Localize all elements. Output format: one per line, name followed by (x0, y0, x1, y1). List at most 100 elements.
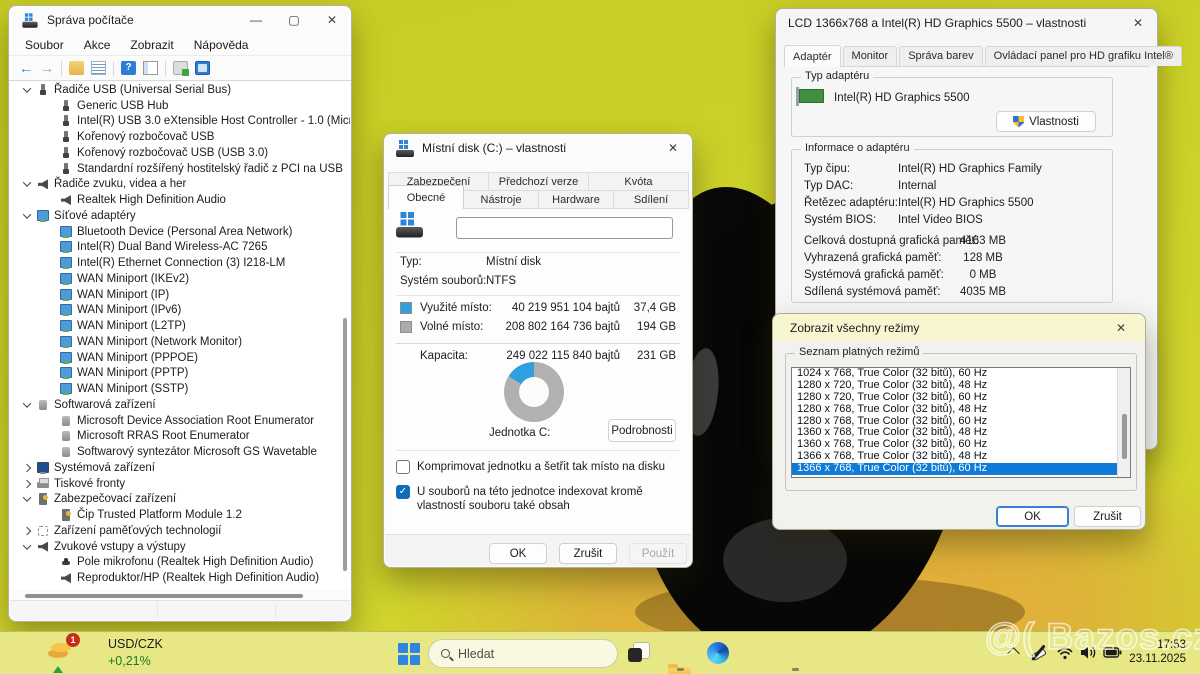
modes-ok-button[interactable]: OK (996, 506, 1069, 527)
ok-button[interactable]: OK (489, 543, 547, 564)
tree-item[interactable]: WAN Miniport (IP) (10, 287, 350, 303)
tree-item[interactable]: Zabezpečovací zařízení (10, 492, 350, 508)
close-icon[interactable]: ✕ (1114, 321, 1128, 335)
tree-item[interactable]: Microsoft RRAS Root Enumerator (10, 429, 350, 445)
menu-item-akce[interactable]: Akce (84, 38, 111, 52)
close-icon[interactable]: ✕ (1131, 16, 1145, 30)
tab-nástroje[interactable]: Nástroje (463, 190, 539, 209)
mode-list-item[interactable]: 1366 x 768, True Color (32 bitů), 60 Hz (792, 463, 1117, 475)
tab-ovl-dac-panel-pro-hd-grafiku-intel-[interactable]: Ovládací panel pro HD grafiku Intel® (985, 46, 1182, 66)
menu-item-zobrazit[interactable]: Zobrazit (130, 38, 173, 52)
edge-browser-button[interactable] (707, 642, 729, 664)
disk-titlebar[interactable]: Místní disk (C:) – vlastnosti ✕ (384, 134, 692, 162)
tab-předchozí verze[interactable]: Předchozí verze (488, 172, 589, 191)
chevron-down-icon[interactable] (23, 494, 31, 502)
tree-item[interactable]: Intel(R) Ethernet Connection (3) I218-LM (10, 255, 350, 271)
tree-item[interactable]: Bluetooth Device (Personal Area Network) (10, 224, 350, 240)
tree-item[interactable]: WAN Miniport (SSTP) (10, 381, 350, 397)
export-list-icon[interactable] (143, 61, 158, 75)
chevron-down-icon[interactable] (23, 210, 31, 218)
tab-adapt-r[interactable]: Adaptér (784, 45, 841, 67)
menu-item-soubor[interactable]: Soubor (25, 38, 64, 52)
modes-listbox[interactable]: 1024 x 768, True Color (32 bitů), 60 Hz1… (791, 367, 1131, 478)
tree-item[interactable]: WAN Miniport (Network Monitor) (10, 334, 350, 350)
vertical-scrollbar[interactable] (343, 318, 347, 571)
help-icon[interactable]: ? (121, 61, 136, 75)
listbox-scrollbar-thumb[interactable] (1122, 414, 1127, 459)
tab-sdílení[interactable]: Sdílení (613, 190, 689, 209)
tree-item[interactable]: WAN Miniport (PPPOE) (10, 350, 350, 366)
apply-button[interactable]: Použít (629, 543, 687, 564)
tab-spr-va-barev[interactable]: Správa barev (899, 46, 982, 66)
search-input[interactable]: Hledat (428, 639, 618, 668)
tree-item[interactable]: Generic USB Hub (10, 98, 350, 114)
start-button[interactable] (398, 643, 420, 665)
taskbar-widget[interactable]: 1 USD/CZK +0,21% (48, 636, 163, 673)
mode-list-item[interactable]: 1280 x 768, True Color (32 bitů), 48 Hz (792, 404, 1130, 416)
chevron-right-icon[interactable] (23, 464, 31, 472)
tree-item[interactable]: WAN Miniport (L2TP) (10, 318, 350, 334)
cancel-button[interactable]: Zrušit (559, 543, 617, 564)
chevron-down-icon[interactable] (23, 179, 31, 187)
adapter-properties-button[interactable]: Vlastnosti (996, 111, 1096, 132)
listbox-scrollbar[interactable] (1117, 368, 1130, 477)
gfx-titlebar[interactable]: LCD 1366x768 a Intel(R) HD Graphics 5500… (776, 9, 1157, 37)
tree-item[interactable]: WAN Miniport (IPv6) (10, 303, 350, 319)
tree-item[interactable]: Systémová zařízení (10, 460, 350, 476)
chevron-right-icon[interactable] (23, 527, 31, 535)
maximize-icon[interactable]: ▢ (287, 13, 301, 27)
chevron-right-icon[interactable] (23, 479, 31, 487)
properties-icon[interactable] (91, 61, 106, 75)
tree-item[interactable]: WAN Miniport (PPTP) (10, 366, 350, 382)
tree-item[interactable]: Softwarový syntezátor Microsoft GS Wavet… (10, 444, 350, 460)
tree-item[interactable]: Síťové adaptéry (10, 208, 350, 224)
tree-item[interactable]: Realtek High Definition Audio (10, 192, 350, 208)
tree-item[interactable]: Reproduktor/HP (Realtek High Definition … (10, 570, 350, 586)
type-value: Místní disk (486, 256, 541, 268)
tree-item[interactable]: Řadiče zvuku, videa a her (10, 177, 350, 193)
forward-arrow-icon[interactable]: → (40, 61, 54, 75)
tree-item[interactable]: Řadiče USB (Universal Serial Bus) (10, 82, 350, 98)
tree-item[interactable]: Softwarová zařízení (10, 397, 350, 413)
tree-item[interactable]: Kořenový rozbočovač USB (USB 3.0) (10, 145, 350, 161)
tree-item[interactable]: Intel(R) USB 3.0 eXtensible Host Control… (10, 114, 350, 130)
chevron-down-icon[interactable] (23, 541, 31, 549)
close-icon[interactable]: ✕ (666, 141, 680, 155)
cm-titlebar[interactable]: Správa počítače — ▢ ✕ (9, 6, 351, 34)
menu-item-nápověda[interactable]: Nápověda (194, 38, 249, 52)
tree-item[interactable]: Čip Trusted Platform Module 1.2 (10, 507, 350, 523)
close-icon[interactable]: ✕ (325, 13, 339, 27)
device-manager-icon[interactable] (195, 61, 210, 75)
chevron-down-icon[interactable] (23, 399, 31, 407)
mode-list-item[interactable]: 1280 x 720, True Color (32 bitů), 48 Hz (792, 380, 1130, 392)
tree-item[interactable]: WAN Miniport (IKEv2) (10, 271, 350, 287)
compress-checkbox[interactable] (396, 460, 410, 474)
back-arrow-icon[interactable]: ← (19, 61, 33, 75)
scan-hardware-icon[interactable] (173, 61, 188, 75)
show-console-tree-icon[interactable] (69, 61, 84, 75)
tree-item[interactable]: Tiskové fronty (10, 476, 350, 492)
tree-item[interactable]: Zařízení paměťových technologií (10, 523, 350, 539)
tree-item[interactable]: Pole mikrofonu (Realtek High Definition … (10, 555, 350, 571)
tree-item[interactable]: Kořenový rozbočovač USB (10, 129, 350, 145)
minimize-icon[interactable]: — (249, 13, 263, 27)
tree-item[interactable]: Microsoft Device Association Root Enumer… (10, 413, 350, 429)
index-checkbox[interactable]: ✓ (396, 485, 410, 499)
tree-item[interactable]: Zvukové vstupy a výstupy (10, 539, 350, 555)
tree-item[interactable]: Intel(R) Dual Band Wireless-AC 7265 (10, 240, 350, 256)
mode-list-item[interactable]: 1280 x 720, True Color (32 bitů), 60 Hz (792, 392, 1130, 404)
modes-titlebar[interactable]: Zobrazit všechny režimy ✕ (773, 314, 1145, 341)
chevron-down-icon[interactable] (23, 84, 31, 92)
modes-cancel-button[interactable]: Zrušit (1074, 506, 1141, 527)
horizontal-scrollbar[interactable] (25, 594, 303, 598)
details-button[interactable]: Podrobnosti (608, 419, 676, 442)
software-icon (37, 399, 49, 411)
task-view-button[interactable] (628, 642, 650, 664)
tab-obecné[interactable]: Obecné (388, 185, 464, 209)
tab-monitor[interactable]: Monitor (843, 46, 898, 66)
usb-icon (37, 84, 49, 96)
tree-item[interactable]: Standardní rozšířený hostitelský řadič z… (10, 161, 350, 177)
volume-label-input[interactable] (456, 217, 673, 239)
tab-kvóta[interactable]: Kvóta (588, 172, 689, 191)
tab-hardware[interactable]: Hardware (538, 190, 614, 209)
